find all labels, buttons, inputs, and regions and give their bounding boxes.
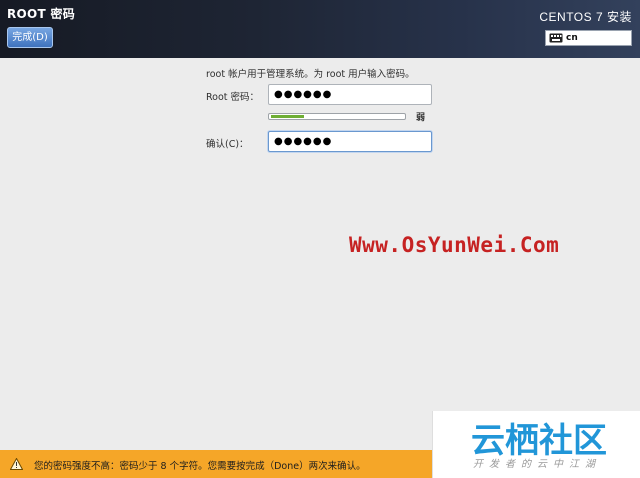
instruction-text: root 帐户用于管理系统。为 root 用户输入密码。 — [206, 69, 415, 80]
done-button[interactable]: 完成(D) — [7, 27, 53, 48]
password-strength-fill — [271, 115, 304, 118]
site-logo: 云栖社区 开发者的云中江湖 — [432, 411, 640, 478]
logo-subtitle: 开发者的云中江湖 — [473, 459, 601, 470]
warning-icon — [10, 458, 23, 470]
password-strength-label: 弱 — [416, 113, 426, 123]
confirm-label: 确认(C)： — [206, 139, 249, 150]
keyboard-layout-label: cn — [566, 33, 578, 43]
password-strength-bar — [268, 113, 406, 120]
confirm-password-input[interactable]: ●●●●●● — [268, 131, 432, 152]
keyboard-layout-indicator[interactable]: cn — [545, 30, 632, 46]
password-label: Root 密码： — [206, 92, 260, 103]
keyboard-icon — [549, 33, 563, 43]
page-title: ROOT 密码 — [7, 7, 76, 21]
product-title: CENTOS 7 安装 — [539, 10, 632, 24]
password-input[interactable]: ●●●●●● — [268, 84, 432, 105]
warning-text: 您的密码强度不高：密码少于 8 个字符。您需要按完成（Done）两次来确认。 — [34, 461, 366, 472]
site-watermark: Www.OsYunWei.Com — [349, 233, 560, 257]
header-bar: ROOT 密码 完成(D) CENTOS 7 安装 cn — [0, 0, 640, 58]
